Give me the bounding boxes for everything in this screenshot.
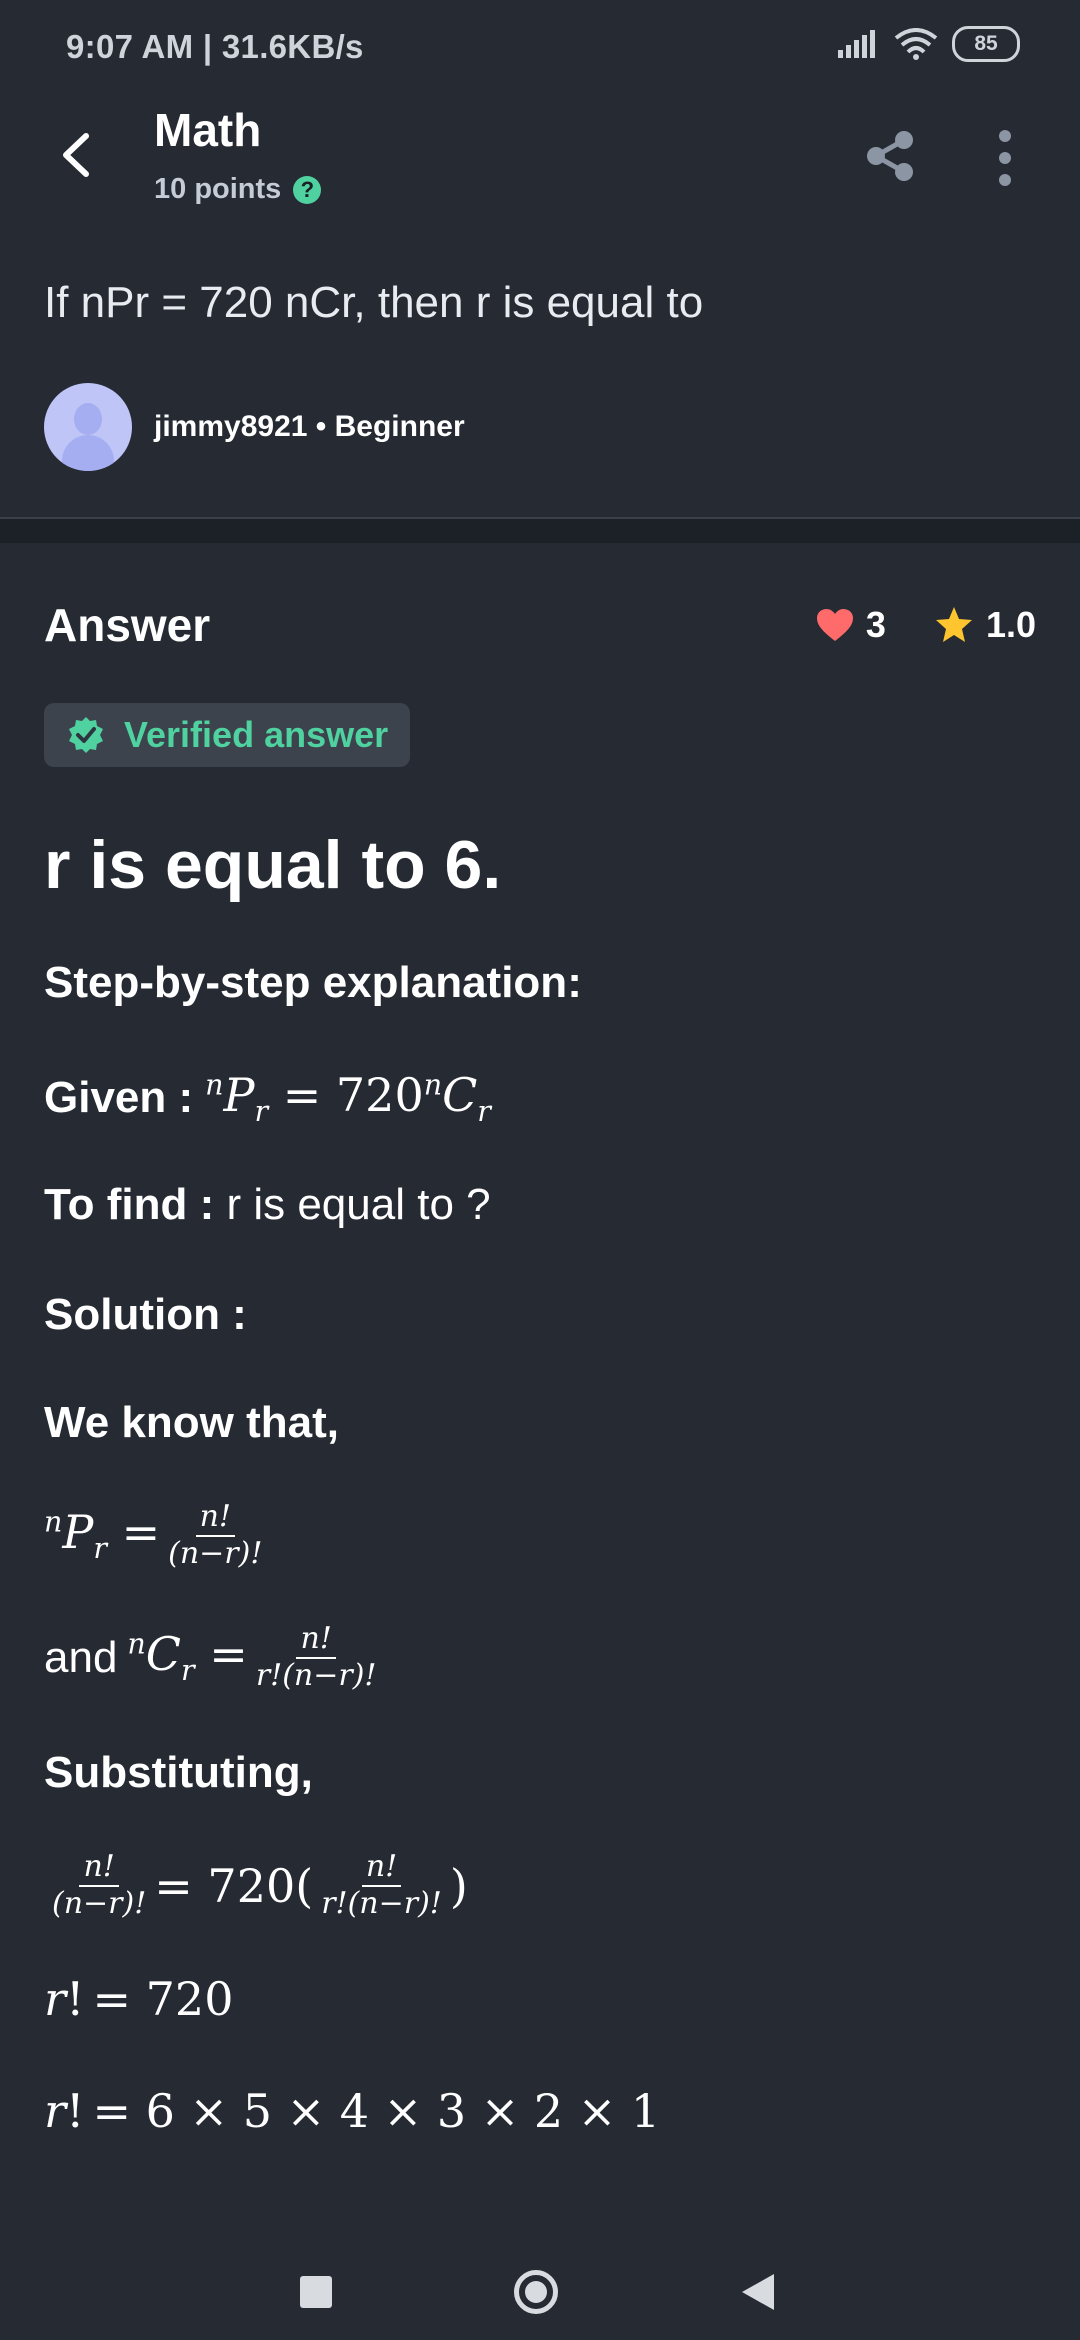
rating[interactable]: 1.0	[934, 604, 1036, 646]
substituting-text: Substituting,	[44, 1748, 313, 1797]
status-bar: 9:07 AM | 31.6KB/s 85	[0, 0, 1080, 100]
answer-stats: 3 1.0	[816, 604, 1036, 646]
chevron-left-icon	[63, 133, 89, 177]
r-factorial-expansion: r! = 6 × 5 × 4 × 3 × 2 × 1	[44, 2084, 661, 2138]
verified-badge: Verified answer	[44, 703, 411, 767]
battery-icon: 85	[952, 26, 1020, 62]
verified-check-icon	[69, 717, 103, 753]
given-label: Given :	[44, 1073, 194, 1123]
star-icon	[935, 607, 972, 642]
answer-heading: Answer	[44, 599, 211, 651]
more-options-button[interactable]	[990, 128, 1020, 188]
to-find-line: To find : r is equal to ?	[44, 1180, 491, 1230]
points-text: 10 points	[154, 173, 282, 205]
section-divider	[0, 517, 1080, 543]
r-factorial-720: r! = 720	[44, 1972, 234, 2026]
more-vertical-icon	[999, 130, 1011, 186]
back-button[interactable]	[52, 130, 102, 180]
eq-factorial: = 6 × 5 × 4 × 3 × 2 × 1	[92, 2084, 661, 2138]
answer-headline: r is equal to 6.	[44, 827, 502, 903]
home-button[interactable]	[514, 2270, 558, 2314]
share-button[interactable]	[862, 128, 918, 184]
solution-label: Solution :	[44, 1290, 247, 1339]
likes[interactable]: 3	[816, 604, 886, 646]
heart-icon	[816, 609, 853, 641]
system-nav-bar	[0, 2218, 1080, 2340]
verified-label: Verified answer	[124, 714, 389, 755]
substitution-formula: n! (n−r)! = 720( n! r!(n−r)! )	[52, 1849, 468, 1921]
rating-value: 1.0	[985, 604, 1036, 645]
given-line: Given : nPr = 720nCr	[44, 1068, 491, 1128]
question-author[interactable]: jimmy8921 • Beginner	[44, 383, 465, 471]
given-formula: nPr = 720nCr	[205, 1068, 491, 1129]
we-know-text: We know that,	[44, 1398, 339, 1447]
help-icon[interactable]: ?	[293, 175, 322, 204]
recents-button[interactable]	[300, 2276, 332, 2308]
to-find-text: r is equal to ?	[214, 1180, 491, 1229]
to-find-label: To find :	[44, 1180, 215, 1229]
question-text: If nPr = 720 nCr, then r is equal to	[44, 278, 704, 327]
avatar[interactable]	[44, 383, 132, 471]
npr-formula: nPr = n! (n−r)!	[44, 1499, 263, 1571]
eq-720: = 720	[92, 1972, 234, 2026]
points-label: 10 points ?	[154, 173, 322, 206]
and-text: and	[44, 1632, 118, 1682]
step-heading: Step-by-step explanation:	[44, 958, 582, 1007]
subject-title: Math	[154, 104, 262, 156]
status-time: 9:07 AM | 31.6KB/s	[66, 28, 364, 65]
share-icon	[867, 131, 913, 181]
author-name[interactable]: jimmy8921 • Beginner	[154, 410, 465, 444]
nav-back-button[interactable]	[742, 2274, 774, 2310]
signal-icon	[838, 30, 875, 58]
likes-count: 3	[865, 604, 886, 645]
wifi-icon	[894, 28, 938, 60]
ncr-formula: and nCr = n! r!(n−r)!	[44, 1621, 377, 1693]
